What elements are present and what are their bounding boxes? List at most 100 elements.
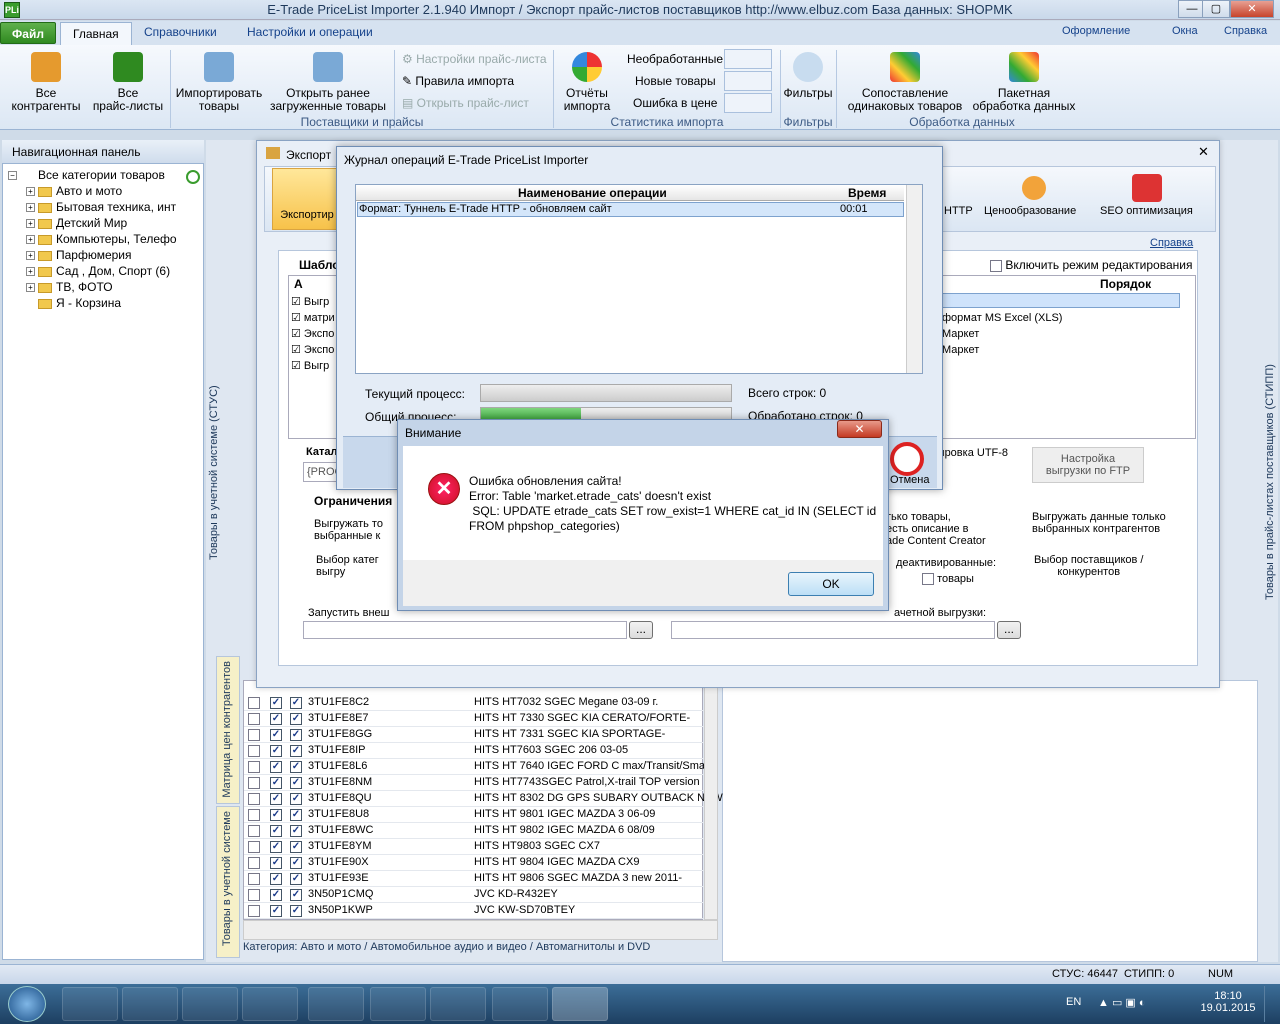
refresh-icon[interactable] xyxy=(186,170,200,184)
tree-item[interactable]: + Компьютеры, Телефо xyxy=(26,232,177,246)
cancel-icon[interactable] xyxy=(890,442,924,476)
select-category-button[interactable]: Выбор катег выгру xyxy=(316,554,379,578)
tab-references[interactable]: Справочники xyxy=(144,25,217,39)
table-row[interactable]: ✓ ✓ 3TU1FE8U8 HITS HT 9801 IGEC MAZDA 3 06-… xyxy=(244,807,704,823)
row-checkbox[interactable]: ✓ xyxy=(290,889,302,901)
tab-design[interactable]: Оформление xyxy=(1062,25,1130,37)
seo-button[interactable]: SEO оптимизация xyxy=(1100,205,1193,217)
table-row[interactable]: ✓ ✓ 3N50P1KWP JVC KW-SD70BTEY xyxy=(244,903,704,919)
tree-item[interactable]: + ТВ, ФОТО xyxy=(26,280,113,294)
tab-matrix[interactable]: Матрица цен контрагентов xyxy=(216,656,240,804)
tab-main[interactable]: Главная xyxy=(60,22,132,46)
filters-button[interactable]: Фильтры xyxy=(782,52,834,100)
edit-mode-checkbox[interactable]: Включить режим редактирования xyxy=(990,258,1192,272)
tab-settings[interactable]: Настройки и операции xyxy=(247,25,373,39)
tree-item[interactable]: + Бытовая техника, инт xyxy=(26,200,176,214)
row-checkbox[interactable]: ✓ xyxy=(290,793,302,805)
row-checkbox[interactable]: ✓ xyxy=(270,889,282,901)
contractors-checkbox[interactable]: Выгружать данные только выбранных контра… xyxy=(1032,511,1166,535)
maximize-button[interactable]: ▢ xyxy=(1202,0,1230,18)
table-row[interactable]: ✓ ✓ 3TU1FE8L6 HITS HT 7640 IGEC FORD C max/… xyxy=(244,759,711,775)
tree-item[interactable]: Я - Корзина xyxy=(38,296,121,310)
row-checkbox[interactable]: ✓ xyxy=(290,857,302,869)
row-checkbox[interactable]: ✓ xyxy=(270,809,282,821)
table-row[interactable]: ✓ ✓ 3N50P1CMQ JVC KD-R432EY xyxy=(244,887,704,903)
row-checkbox[interactable] xyxy=(248,793,260,805)
row-checkbox[interactable] xyxy=(248,729,260,741)
row-checkbox[interactable]: ✓ xyxy=(290,697,302,709)
tree-item[interactable]: + Авто и мото xyxy=(26,184,122,198)
row-checkbox[interactable]: ✓ xyxy=(290,825,302,837)
row-checkbox[interactable] xyxy=(248,761,260,773)
tab-goods[interactable]: Товары в учетной системе xyxy=(216,806,240,958)
row-checkbox[interactable]: ✓ xyxy=(270,825,282,837)
row-checkbox[interactable]: ✓ xyxy=(290,713,302,725)
row-checkbox[interactable]: ✓ xyxy=(270,777,282,789)
browse-button[interactable]: ... xyxy=(629,621,653,639)
grid-horizontal-scrollbar[interactable] xyxy=(243,920,718,940)
row-checkbox[interactable]: ✓ xyxy=(270,841,282,853)
close-button[interactable]: ✕ xyxy=(1230,0,1274,18)
save-disk-icon[interactable] xyxy=(122,987,178,1021)
row-checkbox[interactable] xyxy=(248,889,260,901)
table-row[interactable]: ✓ ✓ 3TU1FE8E7 HITS HT 7330 SGEC KIA CERATO/… xyxy=(244,711,704,727)
row-checkbox[interactable]: ✓ xyxy=(290,809,302,821)
grid-scrollbar[interactable] xyxy=(704,680,718,920)
start-button[interactable] xyxy=(8,986,46,1022)
row-checkbox[interactable]: ✓ xyxy=(270,729,282,741)
file-menu-button[interactable]: Файл xyxy=(0,22,56,44)
show-desktop-button[interactable] xyxy=(1264,986,1278,1022)
green-app-icon[interactable] xyxy=(242,987,298,1021)
row-checkbox[interactable]: ✓ xyxy=(270,905,282,917)
import-goods-button[interactable]: Импортировать товары xyxy=(174,52,264,113)
tray-clock[interactable]: 18:10 19.01.2015 xyxy=(1200,990,1256,1014)
tree-item[interactable]: + Детский Мир xyxy=(26,216,127,230)
browse-button[interactable]: ... xyxy=(997,621,1021,639)
table-row[interactable]: ✓ ✓ 3TU1FE93E HITS HT 9806 SGEC MAZDA 3 new… xyxy=(244,871,704,887)
tray-icons[interactable]: ▲ ▭ ▣ ◐ xyxy=(1098,996,1146,1009)
tree-item[interactable]: + Сад , Дом, Спорт (6) xyxy=(26,264,170,278)
ftp-settings-button[interactable]: Настройка выгрузки по FTP xyxy=(1032,447,1144,483)
http-button[interactable]: HTTP xyxy=(944,205,973,217)
side-tab-stipp[interactable]: Товары в прайс-листах поставщиков (СТИПП… xyxy=(1264,360,1276,600)
row-checkbox[interactable] xyxy=(248,825,260,837)
row-checkbox[interactable]: ✓ xyxy=(290,729,302,741)
cancel-button[interactable]: Отмена xyxy=(890,474,929,486)
row-checkbox[interactable] xyxy=(248,777,260,789)
tree-root[interactable]: − Все категории товаров xyxy=(8,168,165,182)
export-close-icon[interactable]: ✕ xyxy=(1198,144,1209,160)
row-checkbox[interactable] xyxy=(248,745,260,757)
open-imported-button[interactable]: Открыть ранее загруженные товары xyxy=(266,52,390,113)
row-checkbox[interactable] xyxy=(248,857,260,869)
table-row[interactable]: ✓ ✓ 3TU1FE8YM HITS HT9803 SGEC CX7 xyxy=(244,839,704,855)
alert-close-icon[interactable]: ✕ xyxy=(837,420,882,438)
row-checkbox[interactable] xyxy=(248,841,260,853)
skype-icon[interactable] xyxy=(308,987,364,1021)
paint-icon[interactable] xyxy=(492,987,548,1021)
row-checkbox[interactable]: ✓ xyxy=(270,745,282,757)
pricelist-settings-button[interactable]: ⚙ Настройки прайс-листа xyxy=(402,52,547,66)
collapse-icon[interactable]: − xyxy=(8,171,17,181)
row-checkbox[interactable]: ✓ xyxy=(290,745,302,757)
export-button[interactable]: Экспортир xyxy=(272,168,342,230)
row-checkbox[interactable]: ✓ xyxy=(270,793,282,805)
row-checkbox[interactable] xyxy=(248,873,260,885)
template-names[interactable]: ☑ Выгр ☑ матри ☑ Экспо ☑ Экспо ☑ Выгр xyxy=(291,294,335,374)
table-row[interactable]: ✓ ✓ 3TU1FE8NM HITS HT7743SGEC Patrol,X-trai… xyxy=(244,775,704,791)
row-checkbox[interactable] xyxy=(248,809,260,821)
table-row[interactable]: ✓ ✓ 3TU1FE8GG HITS HT 7331 SGEC KIA SPORTAG… xyxy=(244,727,704,743)
winrar-icon[interactable] xyxy=(430,987,486,1021)
row-checkbox[interactable]: ✓ xyxy=(270,857,282,869)
tab-windows[interactable]: Окна xyxy=(1172,25,1198,37)
all-pricelists-button[interactable]: Все прайс-листы xyxy=(88,52,168,113)
row-checkbox[interactable] xyxy=(248,697,260,709)
help-link[interactable]: Справка xyxy=(1150,237,1193,249)
import-reports-button[interactable]: Отчёты импорта xyxy=(556,52,618,113)
row-checkbox[interactable]: ✓ xyxy=(290,873,302,885)
notes-icon[interactable] xyxy=(370,987,426,1021)
table-row[interactable]: ✓ ✓ 3TU1FE8WC HITS HT 9802 IGEC MAZDA 6 08/… xyxy=(244,823,704,839)
row-checkbox[interactable]: ✓ xyxy=(290,777,302,789)
row-checkbox[interactable]: ✓ xyxy=(270,761,282,773)
select-suppliers-button[interactable]: Выбор поставщиков / конкурентов xyxy=(1034,554,1144,578)
batch-processing-button[interactable]: Пакетная обработка данных xyxy=(966,52,1082,113)
